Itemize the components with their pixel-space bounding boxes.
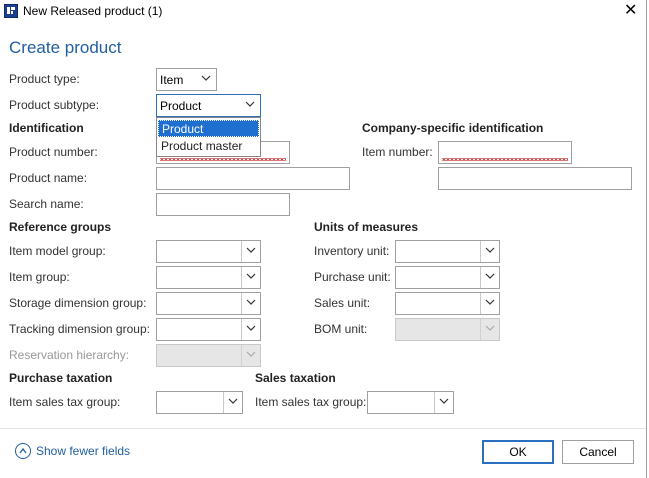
sales-item-sales-tax-group-select[interactable] <box>367 391 454 414</box>
bom-unit-label: BOM unit: <box>314 322 368 336</box>
storage-dimension-group-label: Storage dimension group: <box>9 296 147 310</box>
chevron-down-icon[interactable] <box>241 241 260 262</box>
dropdown-option-product[interactable]: Product <box>158 120 259 137</box>
window-border <box>646 0 647 478</box>
item-number-label: Item number: <box>362 145 433 159</box>
sales-item-sales-tax-group-label: Item sales tax group: <box>255 395 367 409</box>
chevron-up-circle-icon[interactable] <box>15 443 31 459</box>
inventory-unit-select[interactable] <box>395 240 500 263</box>
item-group-select[interactable] <box>156 266 261 289</box>
product-subtype-dropdown: Product Product master <box>156 117 261 157</box>
purchase-taxation-section: Purchase taxation <box>9 371 113 385</box>
reservation-hierarchy-label: Reservation hierarchy: <box>9 348 130 362</box>
chevron-down-icon <box>241 345 260 366</box>
product-name-label: Product name: <box>9 171 88 185</box>
bom-unit-select <box>395 318 500 341</box>
page-title: Create product <box>9 38 122 57</box>
product-type-select[interactable]: Item <box>156 68 217 91</box>
product-subtype-label: Product subtype: <box>9 98 100 112</box>
product-name-input[interactable] <box>156 167 350 190</box>
product-number-label: Product number: <box>9 145 98 159</box>
ok-button[interactable]: OK <box>482 440 554 464</box>
app-window-icon <box>4 4 18 18</box>
dropdown-option-product-master[interactable]: Product master <box>158 138 259 155</box>
chevron-down-icon <box>480 319 499 340</box>
item-model-group-label: Item model group: <box>9 244 106 258</box>
close-icon[interactable]: ✕ <box>624 2 637 20</box>
product-subtype-value: Product <box>160 99 202 113</box>
sales-unit-select[interactable] <box>395 292 500 315</box>
chevron-down-icon[interactable] <box>480 241 499 262</box>
units-section: Units of measures <box>314 220 419 234</box>
company-identification-section: Company-specific identification <box>362 121 544 135</box>
item-model-group-select[interactable] <box>156 240 261 263</box>
purchase-item-sales-tax-group-select[interactable] <box>156 391 243 414</box>
purchase-item-sales-tax-group-label: Item sales tax group: <box>9 395 121 409</box>
search-name-input[interactable] <box>156 193 290 216</box>
tracking-dimension-group-label: Tracking dimension group: <box>9 322 150 336</box>
product-type-value: Item <box>160 73 184 87</box>
chevron-down-icon[interactable] <box>223 392 242 413</box>
purchase-unit-label: Purchase unit: <box>314 270 391 284</box>
chevron-down-icon[interactable] <box>480 267 499 288</box>
sales-taxation-section: Sales taxation <box>255 371 336 385</box>
show-fewer-fields-link[interactable]: Show fewer fields <box>36 444 130 458</box>
chevron-down-icon[interactable] <box>241 267 260 288</box>
item-group-label: Item group: <box>9 270 70 284</box>
tracking-dimension-group-select[interactable] <box>156 318 261 341</box>
identification-section: Identification <box>9 121 84 135</box>
product-subtype-select[interactable]: Product <box>156 94 261 117</box>
sales-unit-label: Sales unit: <box>314 296 371 310</box>
item-number-input[interactable] <box>438 141 572 164</box>
chevron-down-icon[interactable] <box>241 293 260 314</box>
reservation-hierarchy-select <box>156 344 261 367</box>
window-title: New Released product (1) <box>23 4 163 18</box>
chevron-down-icon[interactable] <box>241 95 260 116</box>
reference-groups-section: Reference groups <box>9 220 112 234</box>
product-type-label: Product type: <box>9 72 80 86</box>
storage-dimension-group-select[interactable] <box>156 292 261 315</box>
chevron-down-icon[interactable] <box>241 319 260 340</box>
chevron-down-icon[interactable] <box>434 392 453 413</box>
cancel-button[interactable]: Cancel <box>562 440 634 464</box>
inventory-unit-label: Inventory unit: <box>314 244 390 258</box>
chevron-down-icon[interactable] <box>480 293 499 314</box>
chevron-down-icon[interactable] <box>197 69 216 90</box>
purchase-unit-select[interactable] <box>395 266 500 289</box>
search-name-label: Search name: <box>9 197 84 211</box>
item-name-input[interactable] <box>438 167 632 190</box>
